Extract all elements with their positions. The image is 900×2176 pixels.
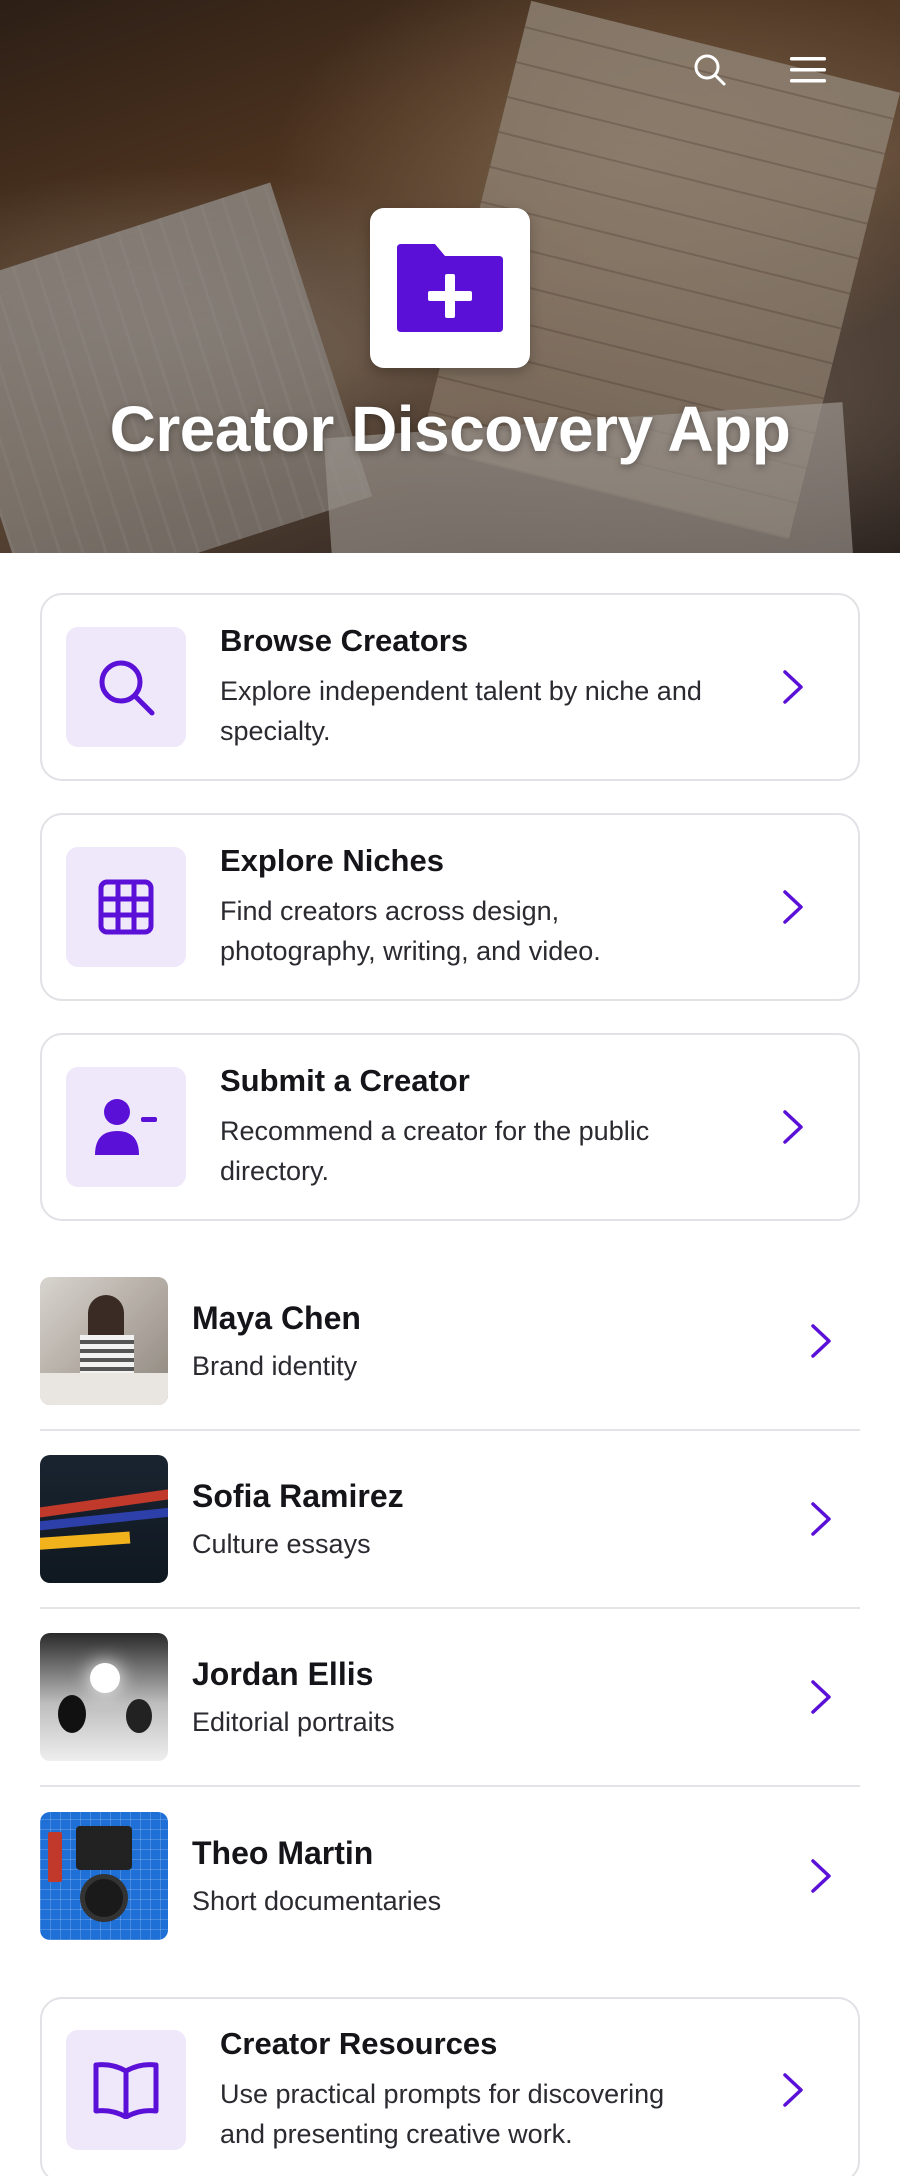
grid-icon <box>98 879 154 935</box>
card-title: Submit a Creator <box>220 1063 470 1098</box>
chevron-right-icon <box>806 1856 836 1896</box>
chevron-right-icon <box>778 2070 808 2110</box>
user-minus-icon <box>95 1099 157 1155</box>
search-icon <box>99 660 155 716</box>
app-logo <box>370 208 530 368</box>
card-description: Find creators across design, photography… <box>220 896 601 966</box>
main-content: Browse Creators Explore independent tale… <box>0 553 900 2176</box>
search-icon <box>694 54 726 86</box>
creator-specialty: Culture essays <box>192 1529 371 1559</box>
creator-thumbnail <box>40 1455 168 1583</box>
card-description: Use practical prompts for discovering an… <box>220 2079 665 2149</box>
creator-row-sofia-ramirez[interactable]: Sofia Ramirez Culture essays <box>40 1431 860 1609</box>
creator-specialty: Short documentaries <box>192 1886 442 1916</box>
search-button[interactable] <box>688 48 732 92</box>
chevron-right-icon <box>778 1107 808 1147</box>
creator-row-theo-martin[interactable]: Theo Martin Short documentaries <box>40 1787 860 1965</box>
creator-row-jordan-ellis[interactable]: Jordan Ellis Editorial portraits <box>40 1609 860 1787</box>
card-description: Explore independent talent by niche and … <box>220 676 702 746</box>
page-title: Creator Discovery App <box>109 393 791 465</box>
card-title: Browse Creators <box>220 623 469 658</box>
card-explore-niches[interactable]: Explore Niches Find creators across desi… <box>40 813 860 1001</box>
chevron-right-icon <box>806 1677 836 1717</box>
card-icon-box <box>66 847 186 967</box>
creator-name: Jordan Ellis <box>192 1656 374 1692</box>
chevron-right-icon <box>806 1499 836 1539</box>
card-title: Explore Niches <box>220 843 444 878</box>
folder-plus-icon <box>397 244 503 332</box>
card-icon-box <box>66 627 186 747</box>
card-title: Creator Resources <box>220 2026 498 2061</box>
chevron-right-icon <box>778 887 808 927</box>
card-icon-box <box>66 2030 186 2150</box>
card-submit-creator[interactable]: Submit a Creator Recommend a creator for… <box>40 1033 860 1221</box>
card-description: Recommend a creator for the public direc… <box>220 1116 650 1186</box>
creator-row-maya-chen[interactable]: Maya Chen Brand identity <box>40 1253 860 1431</box>
creator-specialty: Brand identity <box>192 1351 358 1381</box>
creator-thumbnail <box>40 1812 168 1940</box>
card-creator-resources[interactable]: Creator Resources Use practical prompts … <box>40 1997 860 2176</box>
creator-thumbnail <box>40 1633 168 1761</box>
creator-name: Theo Martin <box>192 1835 374 1871</box>
creator-thumbnail <box>40 1277 168 1405</box>
menu-button[interactable] <box>786 48 830 92</box>
card-icon-box <box>66 1067 186 1187</box>
chevron-right-icon <box>806 1321 836 1361</box>
card-browse-creators[interactable]: Browse Creators Explore independent tale… <box>40 593 860 781</box>
chevron-right-icon <box>778 667 808 707</box>
book-open-icon <box>93 2062 159 2119</box>
hero-banner: Creator Discovery App <box>0 0 900 553</box>
hamburger-menu-icon <box>790 57 826 83</box>
creator-specialty: Editorial portraits <box>192 1707 395 1737</box>
creator-name: Sofia Ramirez <box>192 1478 404 1514</box>
creator-name: Maya Chen <box>192 1300 361 1336</box>
